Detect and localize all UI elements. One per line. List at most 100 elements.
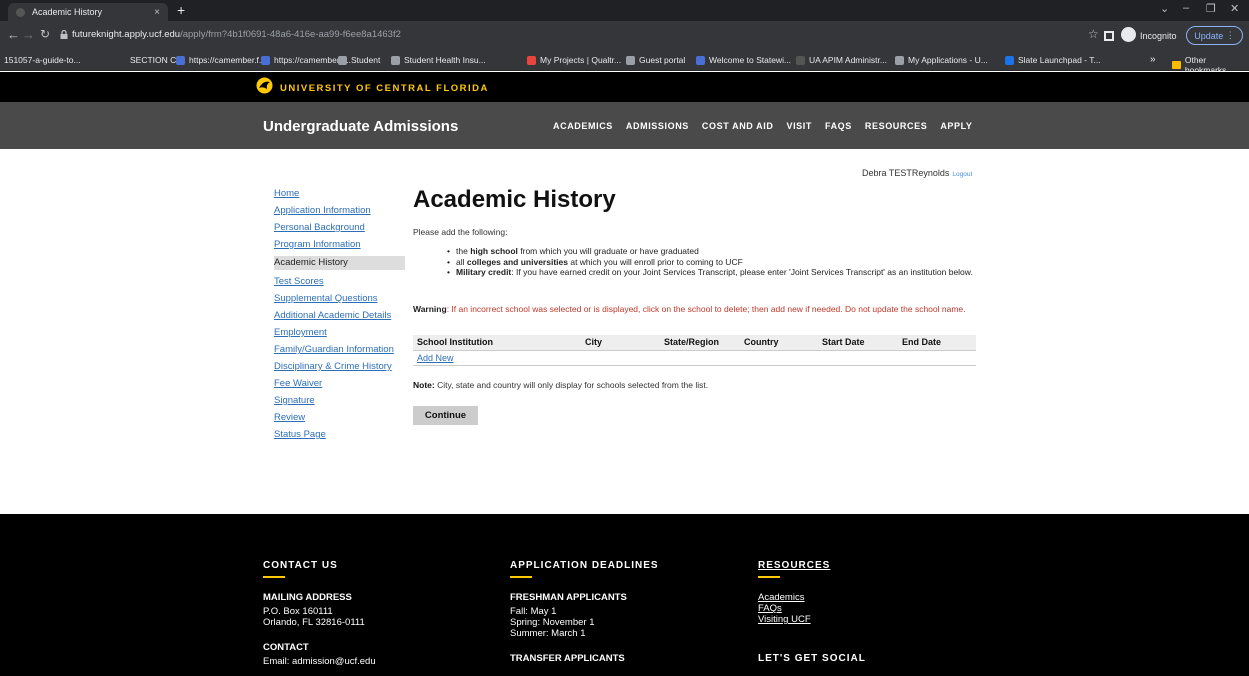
deadlines-heading: APPLICATION DEADLINES [510,560,659,571]
column-header: City [581,335,660,351]
sidenav-item-status-page[interactable]: Status Page [274,429,405,440]
sidenav-item-program-information[interactable]: Program Information [274,239,405,250]
nav-link-faqs[interactable]: FAQS [825,121,852,131]
bookmark-item[interactable]: Student [338,55,380,65]
warning-message: Warning: If an incorrect school was sele… [413,304,966,314]
browser-toolbar: ← → ↻ futureknight.apply.ucf.edu/apply/f… [0,21,1249,50]
close-window-icon[interactable]: ✕ [1230,2,1239,15]
contact-email[interactable]: Email: admission@ucf.edu [263,656,376,667]
column-header: School Institution [413,335,581,351]
sidenav-item-home[interactable]: Home [274,188,405,199]
sidenav-item-academic-history[interactable]: Academic History [274,256,405,270]
sidenav-item-signature[interactable]: Signature [274,395,405,406]
minimize-icon[interactable]: – [1183,2,1189,14]
address-bar[interactable]: futureknight.apply.ucf.edu/apply/frm?4b1… [72,29,401,40]
back-icon[interactable]: ← [7,27,20,42]
resource-link[interactable]: Visiting UCF [758,614,866,625]
fall-deadline: Fall: May 1 [510,606,557,617]
sidenav-item-personal-background[interactable]: Personal Background [274,222,405,233]
bookmark-item[interactable]: My Projects | Qualtr... [527,55,621,65]
list-item: Military credit: If you have earned cred… [447,267,976,278]
add-new-school-link[interactable]: Add New [417,353,454,363]
logout-link[interactable]: Logout [952,171,972,178]
reload-icon[interactable]: ↻ [40,27,50,41]
bookmark-item[interactable]: Student Health Insu... [391,55,486,65]
bookmark-item[interactable]: Slate Launchpad - T... [1005,55,1101,65]
application-sidenav: Home Application Information Personal Back… [274,188,405,446]
nav-link-academics[interactable]: ACADEMICS [553,121,613,131]
social-heading: LET'S GET SOCIAL [758,653,866,664]
nav-link-cost-and-aid[interactable]: COST AND AID [702,121,774,131]
main-navigation: Undergraduate Admissions ACADEMICS ADMISS… [0,102,1249,149]
column-header: End Date [898,335,976,351]
column-header: State/Region [660,335,740,351]
site-title[interactable]: Undergraduate Admissions [263,118,458,135]
nav-link-apply[interactable]: APPLY [940,121,972,131]
update-button[interactable]: Update ⋮ [1186,26,1243,45]
url-path: /apply/frm?4b1f0691-48a6-416e-aa99-f6ee8… [180,29,401,40]
bookmark-item[interactable]: 151057-a-guide-to... [4,55,81,65]
bookmark-favicon-icon [527,55,536,65]
incognito-icon[interactable] [1121,27,1136,42]
bookmark-item[interactable]: Welcome to Statewi... [696,55,791,65]
nav-links: ACADEMICS ADMISSIONS COST AND AID VISIT FAQS… [553,121,986,131]
contact-subheading: CONTACT [263,642,309,653]
bookmark-item[interactable]: My Applications - U... [895,55,988,65]
bookmark-item[interactable]: Guest portal [626,55,685,65]
list-item: the high school from which you will grad… [447,246,976,257]
bookmark-favicon-icon [626,55,635,65]
bookmark-label: UA APIM Administr... [809,55,887,65]
bookmark-label: https://camember.f... [189,55,267,65]
bookmark-favicon-icon [895,55,904,65]
sidenav-item-fee-waiver[interactable]: Fee Waiver [274,378,405,389]
resources-heading[interactable]: RESOURCES [758,560,866,571]
instructions-list: the high school from which you will grad… [447,246,976,278]
bookmark-favicon-icon [338,55,347,65]
resource-link[interactable]: FAQs [758,603,866,614]
sidenav-item-review[interactable]: Review [274,412,405,423]
browser-tab[interactable]: Academic History × [8,3,168,21]
continue-button[interactable]: Continue [413,406,478,425]
bookmark-star-icon[interactable]: ☆ [1088,27,1099,41]
bookmark-label: Guest portal [639,55,686,65]
bookmark-label: My Projects | Qualtr... [540,55,622,65]
user-info: Debra TESTReynolds Logout [862,168,972,178]
bookmark-favicon-icon [176,55,185,65]
ucf-pegasus-logo-icon[interactable] [256,77,273,94]
tab-search-icon[interactable]: ⌄ [1160,2,1169,15]
sidenav-item-disciplinary-crime-history[interactable]: Disciplinary & Crime History [274,361,405,372]
bookmark-item[interactable]: SECTION C [130,55,176,65]
more-bookmarks-button[interactable]: » [1150,54,1156,65]
sidenav-item-test-scores[interactable]: Test Scores [274,276,405,287]
mailing-line-2: Orlando, FL 32816-0111 [263,617,365,628]
university-name[interactable]: UNIVERSITY OF CENTRAL FLORIDA [280,83,489,94]
nav-link-resources[interactable]: RESOURCES [865,121,927,131]
mailing-line-1: P.O. Box 160111 [263,606,333,617]
bookmark-favicon-icon [1005,55,1014,65]
sidenav-item-application-information[interactable]: Application Information [274,205,405,216]
sidenav-item-family-guardian-information[interactable]: Family/Guardian Information [274,344,405,355]
close-tab-icon[interactable]: × [154,7,160,18]
bookmark-item[interactable]: UA APIM Administr... [796,55,887,65]
nav-link-visit[interactable]: VISIT [786,121,812,131]
resource-link[interactable]: Academics [758,592,866,603]
sidenav-item-employment[interactable]: Employment [274,327,405,338]
bookmark-label: Student [351,55,381,65]
url-domain: futureknight.apply.ucf.edu [72,29,181,40]
side-panel-icon[interactable] [1104,31,1114,41]
table-header-row: School Institution City State/Region Countr… [413,335,976,351]
summer-deadline: Summer: March 1 [510,628,586,639]
note-text: Note: City, state and country will only … [413,380,709,390]
footer-deadlines-column: APPLICATION DEADLINES FRESHMAN APPLICANT… [510,560,659,667]
mailing-heading: MAILING ADDRESS [263,592,352,603]
bookmark-item[interactable]: https://camember.f... [176,55,266,65]
forward-icon[interactable]: → [22,27,35,42]
nav-link-admissions[interactable]: ADMISSIONS [626,121,689,131]
restore-icon[interactable]: ❐ [1206,2,1216,15]
new-tab-button[interactable]: + [177,2,185,18]
bookmark-favicon-icon [796,55,805,65]
sidenav-item-supplemental-questions[interactable]: Supplemental Questions [274,293,405,304]
bookmark-label: Slate Launchpad - T... [1018,55,1101,65]
bookmark-label: My Applications - U... [908,55,988,65]
sidenav-item-additional-academic-details[interactable]: Additional Academic Details [274,310,405,321]
